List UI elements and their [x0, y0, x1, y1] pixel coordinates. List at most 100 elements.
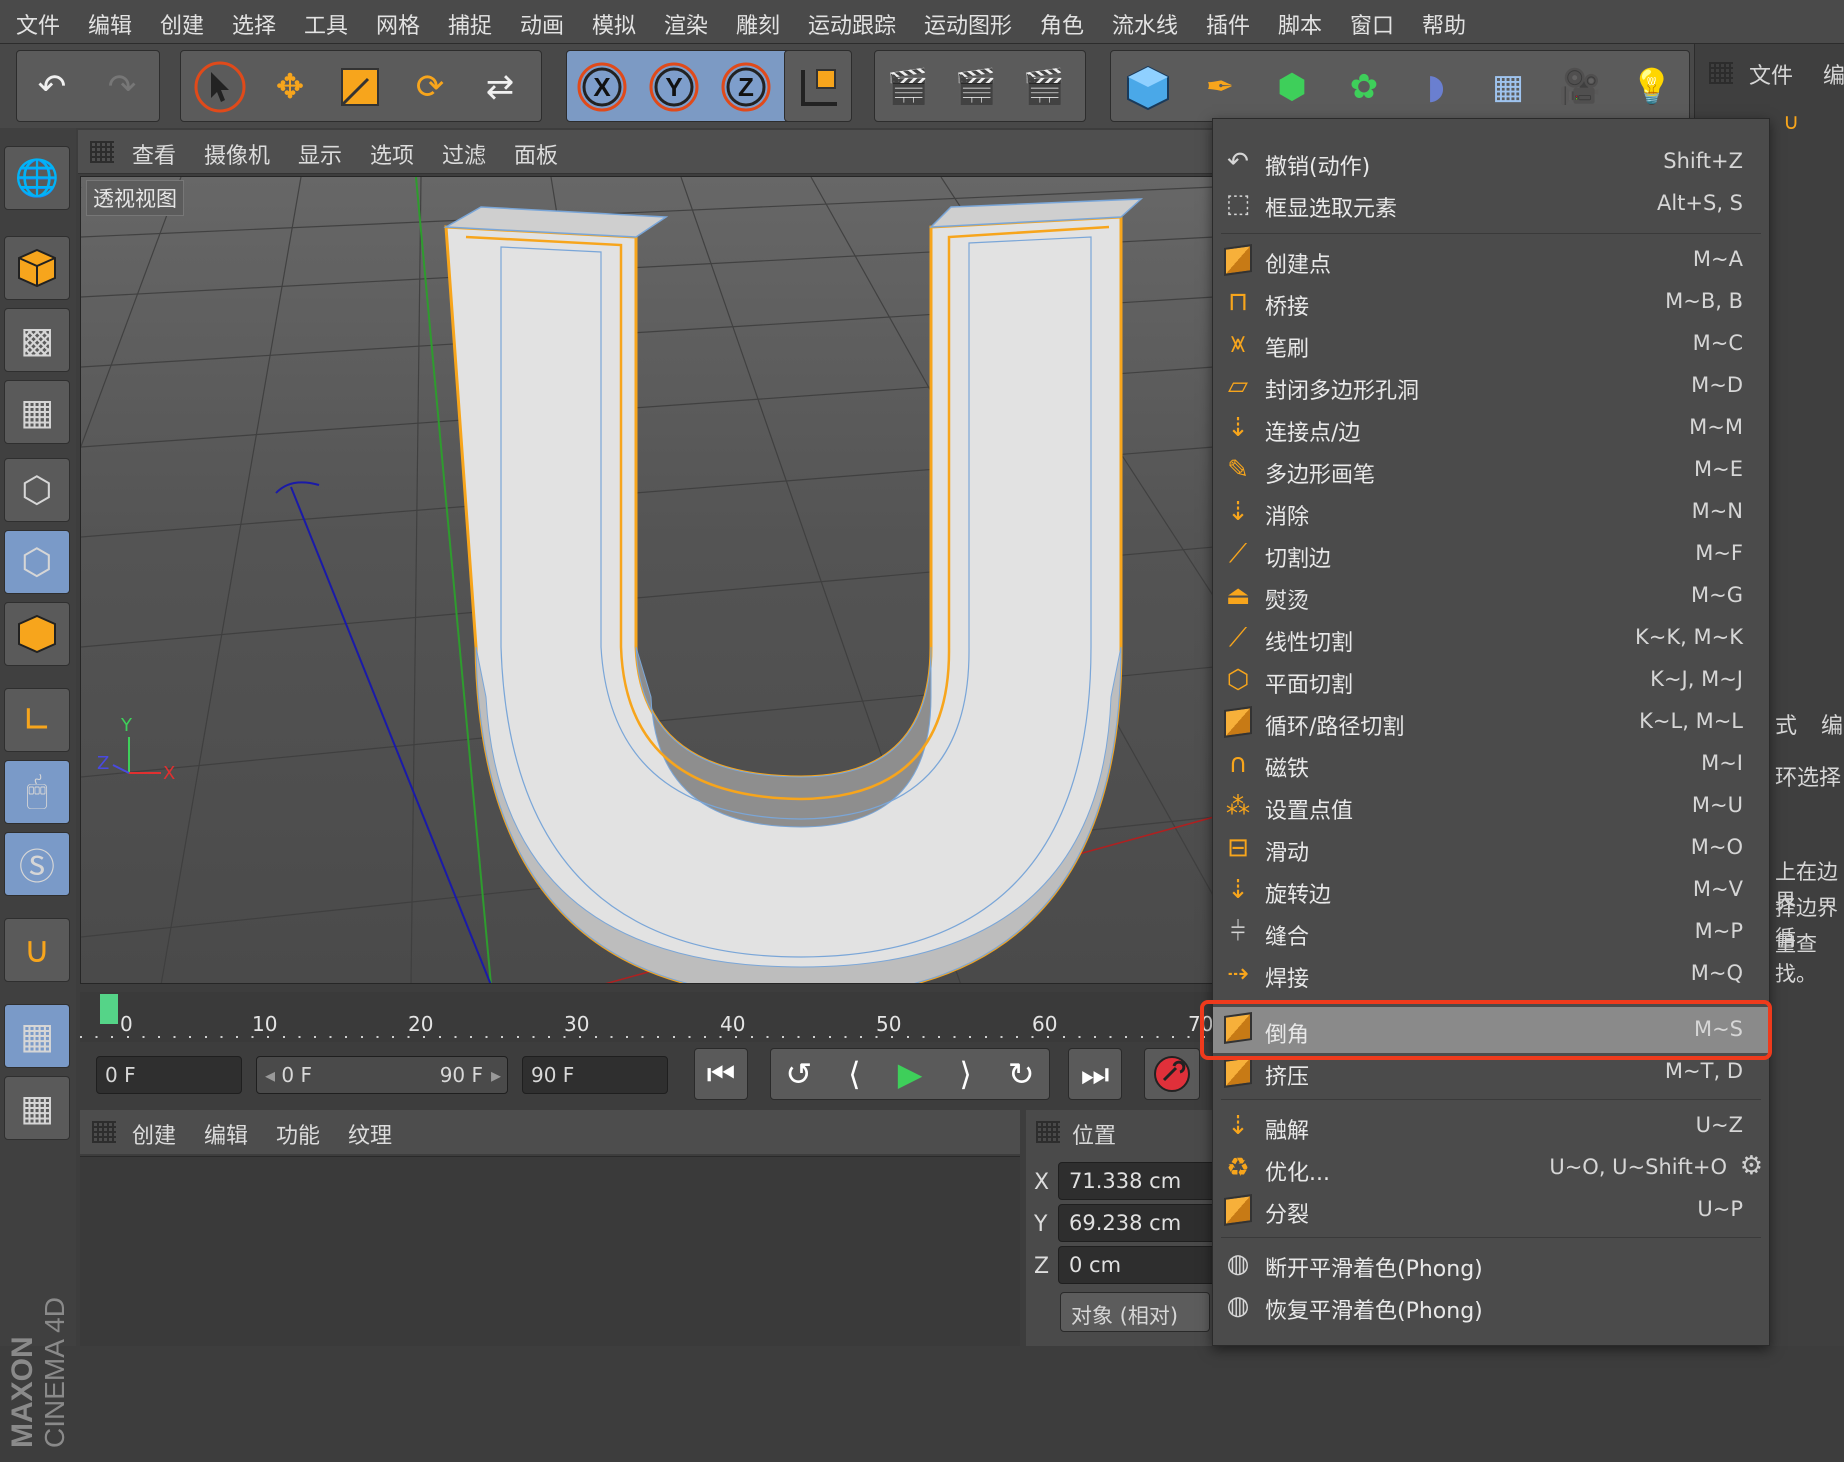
point-mode-icon[interactable]: ⬡ [4, 458, 70, 522]
viewport-menu-camera[interactable]: 摄像机 [204, 138, 270, 170]
menu-item-iron[interactable]: ⏏ 熨烫 M~G [1213, 575, 1771, 617]
menu-item-line-cut[interactable]: ⟋ 线性切割 K~K, M~K [1213, 617, 1771, 659]
menu-snap[interactable]: 捕捉 [448, 8, 492, 40]
menu-item-set-point-value[interactable]: ⁂ 设置点值 M~U [1213, 785, 1771, 827]
menu-item-slide[interactable]: ⊟ 滑动 M~O [1213, 827, 1771, 869]
attribute-tab-mode[interactable]: 式 [1775, 708, 1797, 740]
optimize-settings-gear-icon[interactable]: ⚙ [1740, 1151, 1763, 1181]
viewport-menu-panel[interactable]: 面板 [514, 138, 558, 170]
material-menu-function[interactable]: 功能 [276, 1118, 320, 1150]
pen-icon[interactable]: ✒ [1191, 59, 1249, 115]
menu-edit[interactable]: 编辑 [88, 8, 132, 40]
z-axis-lock-icon[interactable]: Z [717, 59, 775, 115]
timeline-playhead[interactable] [100, 994, 118, 1024]
prev-keyframe-icon[interactable]: ↺ [771, 1055, 827, 1093]
material-manager-area[interactable] [80, 1156, 1020, 1346]
menu-item-split[interactable]: 分裂 U~P [1213, 1189, 1771, 1231]
workplane-icon[interactable]: ▦ [4, 1076, 70, 1140]
menu-item-edge-cut[interactable]: ⟋ 切割边 M~F [1213, 533, 1771, 575]
menu-render[interactable]: 渲染 [664, 8, 708, 40]
menu-character[interactable]: 角色 [1040, 8, 1084, 40]
menu-sculpt[interactable]: 雕刻 [736, 8, 780, 40]
menu-item-optimize[interactable]: ♻ 优化... U~O, U~Shift+O ⚙ [1213, 1147, 1771, 1189]
world-coordinate-icon[interactable] [789, 59, 847, 115]
object-manager-menu-file[interactable]: 文件 [1749, 58, 1793, 90]
snap-icon[interactable]: Ⓢ [4, 832, 70, 896]
position-x-field[interactable]: 71.338 cm [1058, 1162, 1218, 1200]
menu-create[interactable]: 创建 [160, 8, 204, 40]
camera-icon[interactable]: 🎥 [1551, 59, 1609, 115]
render-view-icon[interactable]: 🎬 [879, 59, 937, 115]
menu-mesh[interactable]: 网格 [376, 8, 420, 40]
coordinate-mode-dropdown[interactable]: 对象 (相对) [1060, 1292, 1210, 1332]
rotate-icon[interactable]: ⟳ [401, 59, 459, 115]
perspective-viewport[interactable]: Y X Z [80, 176, 1213, 984]
cube-icon[interactable] [1119, 59, 1177, 115]
u-object-icon[interactable]: ∪ [1783, 110, 1799, 135]
material-menu-create[interactable]: 创建 [132, 1118, 176, 1150]
scale-icon[interactable] [331, 59, 389, 115]
menu-plugins[interactable]: 插件 [1206, 8, 1250, 40]
floor-icon[interactable]: ▦ [1479, 59, 1537, 115]
menu-item-magnet[interactable]: ∩ 磁铁 M~I [1213, 743, 1771, 785]
move-icon[interactable]: ✥ [261, 59, 319, 115]
edge-mode-icon[interactable]: ⬡ [4, 530, 70, 594]
x-axis-lock-icon[interactable]: X [573, 59, 631, 115]
menu-item-polygon-pen[interactable]: ✎ 多边形画笔 M~E [1213, 449, 1771, 491]
menu-mograph[interactable]: 运动图形 [924, 8, 1012, 40]
material-menu-edit[interactable]: 编辑 [204, 1118, 248, 1150]
menu-item-brush[interactable]: ⩙ 笔刷 M~C [1213, 323, 1771, 365]
menu-item-dissolve[interactable]: ⇣ 消除 M~N [1213, 491, 1771, 533]
menu-item-create-point[interactable]: 创建点 M~A [1213, 239, 1771, 281]
menu-item-melt[interactable]: ⇣ 融解 U~Z [1213, 1105, 1771, 1147]
menu-motion-tracker[interactable]: 运动跟踪 [808, 8, 896, 40]
cloner-icon[interactable]: ✿ [1335, 59, 1393, 115]
polygon-mode-icon[interactable] [4, 602, 70, 666]
attribute-tab-edit[interactable]: 编 [1821, 708, 1843, 740]
menu-pipeline[interactable]: 流水线 [1112, 8, 1178, 40]
render-picture-viewer-icon[interactable]: 🎬 [947, 59, 1005, 115]
menu-item-frame-selected[interactable]: ⬚ 框显选取元素 Alt+S, S [1213, 183, 1771, 225]
go-to-start-button[interactable]: ⏮ [694, 1048, 748, 1100]
workplane-mode-icon[interactable]: ▦ [4, 380, 70, 444]
object-mode-icon[interactable] [4, 236, 70, 300]
menu-script[interactable]: 脚本 [1278, 8, 1322, 40]
preview-range-slider[interactable]: ◂ 0 F 90 F ▸ [256, 1056, 508, 1094]
viewport-menu-display[interactable]: 显示 [298, 138, 342, 170]
subdivision-surface-icon[interactable]: ⬢ [1263, 59, 1321, 115]
menu-file[interactable]: 文件 [16, 8, 60, 40]
play-icon[interactable]: ▶ [882, 1055, 938, 1093]
menu-window[interactable]: 窗口 [1350, 8, 1394, 40]
redo-icon[interactable]: ↷ [93, 59, 151, 115]
menu-tools[interactable]: 工具 [304, 8, 348, 40]
menu-item-undo-action[interactable]: ↶ 撤销(动作) Shift+Z [1213, 141, 1771, 183]
menu-item-bridge[interactable]: ⊓ 桥接 M~B, B [1213, 281, 1771, 323]
go-to-end-button[interactable]: ⏭ [1068, 1048, 1122, 1100]
material-menu-texture[interactable]: 纹理 [348, 1118, 392, 1150]
current-frame-field[interactable]: 0 F [96, 1056, 242, 1094]
position-z-field[interactable]: 0 cm [1058, 1246, 1218, 1284]
menu-item-loop-path-cut[interactable]: 循环/路径切割 K~L, M~L [1213, 701, 1771, 743]
viewport-menu-filter[interactable]: 过滤 [442, 138, 486, 170]
menu-item-plane-cut[interactable]: ⬡ 平面切割 K~J, M~J [1213, 659, 1771, 701]
magnet-icon[interactable]: ∪ [4, 918, 70, 982]
menu-item-unbreak-phong-shading[interactable]: ◍ 恢复平滑着色(Phong) [1213, 1285, 1771, 1327]
model-mode-icon[interactable]: 🌐 [4, 146, 70, 210]
timeline-ruler[interactable]: 0 10 20 30 40 50 60 70 [80, 992, 1213, 1042]
transform-recent-icon[interactable]: ⇄ [471, 59, 529, 115]
next-keyframe-icon[interactable]: ↻ [993, 1055, 1049, 1093]
end-frame-field[interactable]: 90 F [522, 1056, 668, 1094]
deformer-icon[interactable]: ◗ [1407, 59, 1465, 115]
axis-mode-icon[interactable]: ∟ [4, 688, 70, 752]
next-frame-icon[interactable]: ⟩ [938, 1055, 994, 1093]
menu-item-stitch[interactable]: ⫩ 缝合 M~P [1213, 911, 1771, 953]
object-manager-menu-edit[interactable]: 编 [1823, 58, 1844, 90]
position-y-field[interactable]: 69.238 cm [1058, 1204, 1218, 1242]
prev-frame-icon[interactable]: ⟨ [827, 1055, 883, 1093]
menu-item-connect-points-edges[interactable]: ⇣ 连接点/边 M~M [1213, 407, 1771, 449]
y-axis-lock-icon[interactable]: Y [645, 59, 703, 115]
light-icon[interactable]: 💡 [1623, 59, 1681, 115]
menu-item-break-phong-shading[interactable]: ◍ 断开平滑着色(Phong) [1213, 1243, 1771, 1285]
undo-icon[interactable]: ↶ [23, 59, 81, 115]
menu-item-close-polygon-hole[interactable]: ▱ 封闭多边形孔洞 M~D [1213, 365, 1771, 407]
